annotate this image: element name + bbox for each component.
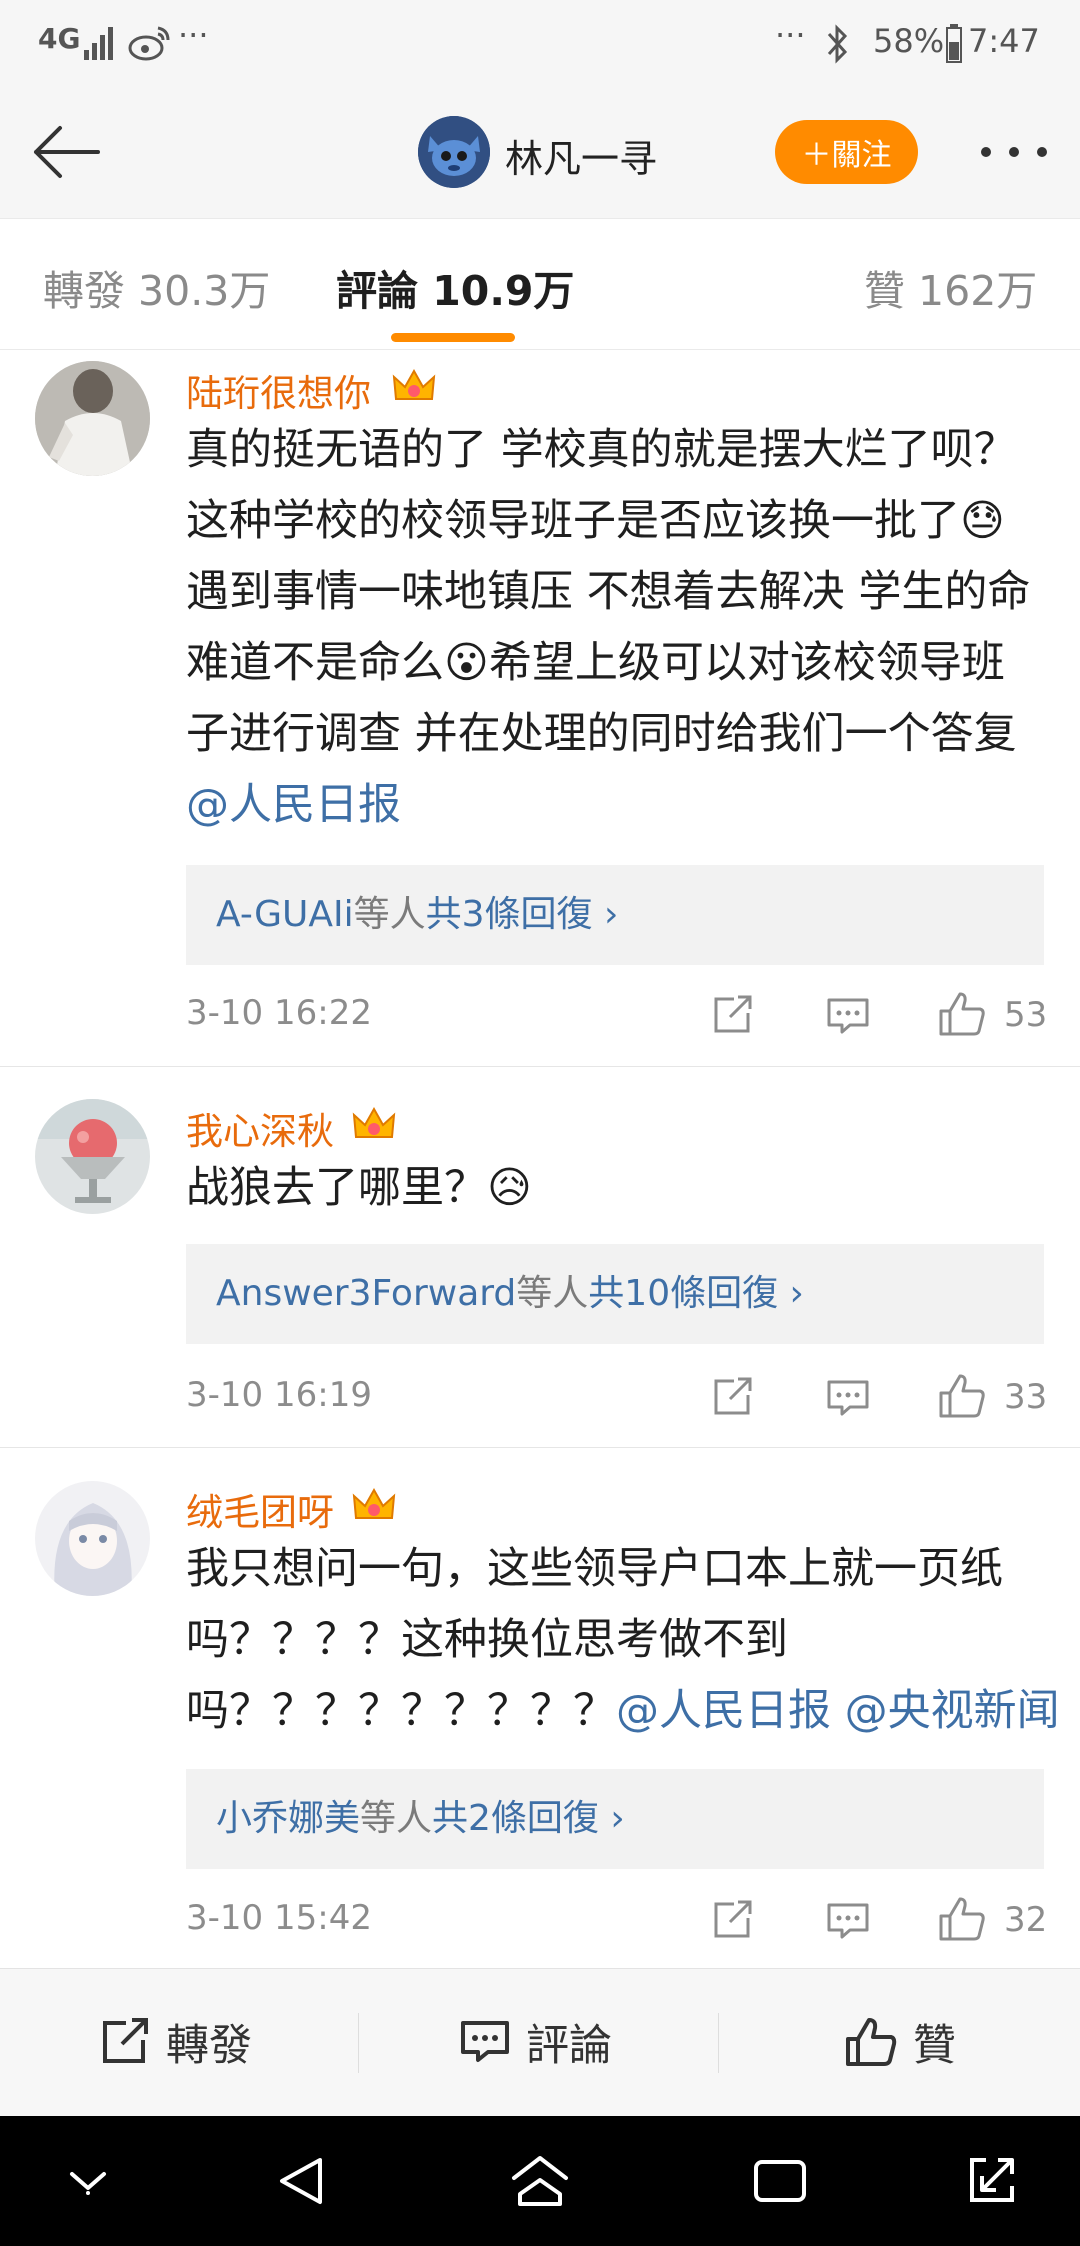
comment-icon[interactable]	[826, 997, 870, 1035]
share-icon[interactable]	[712, 1377, 754, 1417]
weibo-icon	[128, 26, 170, 61]
replies-preview[interactable]: A-GUAIi等人共3條回復 ›	[186, 865, 1044, 965]
comment-body: 战狼去了哪里？😥	[186, 1163, 532, 1213]
commenter-name[interactable]: 我心深秋	[186, 1101, 334, 1155]
reply-author[interactable]: Answer3Forward	[216, 1273, 516, 1314]
like-button[interactable]: 贊	[845, 2011, 956, 2073]
comment-label: 評論	[526, 2021, 612, 2071]
comment-text: 真的挺无语的了 学校真的就是摆大烂了呗？这种学校的校领导班子是否应该换一批了😓遇…	[186, 415, 1046, 841]
mention-link[interactable]: @人民日报	[186, 780, 401, 830]
comment-time: 3-10 16:19	[186, 1375, 372, 1415]
comment-text: 我只想问一句，这些领导户口本上就一页纸吗？？？？这种换位思考做不到吗？？？？？？…	[186, 1534, 1066, 1747]
commenter-avatar[interactable]	[35, 1099, 150, 1214]
comment-text: 战狼去了哪里？😥	[186, 1153, 1046, 1224]
crown-badge-icon	[352, 1106, 396, 1138]
chevron-down-icon[interactable]	[66, 2166, 110, 2196]
thumbs-up-icon[interactable]	[938, 1896, 986, 1942]
comment-item: 绒毛团呀 我只想问一句，这些领导户口本上就一页纸吗？？？？这种换位思考做不到吗？…	[0, 1448, 1080, 1966]
commenter-avatar[interactable]	[35, 361, 150, 476]
share-icon[interactable]	[712, 995, 754, 1035]
like-label: 贊	[913, 2021, 956, 2071]
thumbs-up-icon	[846, 2018, 897, 2066]
mention-link[interactable]: @人民日报 @央视新闻	[616, 1686, 1060, 1736]
reply-count-link[interactable]: 共3條回復 ›	[426, 894, 619, 935]
like-count: 32	[1004, 1900, 1048, 1940]
bluetooth-icon	[827, 24, 848, 64]
network-indicator: 4G	[38, 22, 81, 55]
tab-repost[interactable]: 轉發 30.3万	[43, 257, 270, 317]
avatar-image	[418, 116, 490, 188]
comment-item: 我心深秋 战狼去了哪里？😥 Answer3Forward等人共10條回復 › 3…	[0, 1067, 1080, 1447]
author-avatar[interactable]	[418, 116, 490, 188]
thumbs-up-icon[interactable]	[938, 1373, 986, 1419]
tab-comments[interactable]: 評論 10.9万	[336, 257, 574, 317]
reply-author[interactable]: 小乔娜美	[216, 1798, 360, 1839]
reply-author[interactable]: A-GUAIi	[216, 894, 354, 935]
active-tab-indicator	[391, 333, 515, 342]
back-triangle-icon[interactable]	[276, 2156, 326, 2206]
status-bar: 4G ··· ··· 58% 7:47	[0, 0, 1080, 90]
weibo-comments-screen: 4G ··· ··· 58% 7:47 林凡一寻 ＋關注 轉發 30.3万 評論…	[0, 0, 1080, 2246]
recents-icon[interactable]	[752, 2158, 808, 2204]
tab-likes[interactable]: 贊 162万	[864, 257, 1037, 317]
reply-joiner: 等人	[353, 894, 426, 935]
more-icon[interactable]	[978, 144, 1050, 160]
separator	[718, 2013, 719, 2073]
back-arrow-icon[interactable]	[28, 122, 104, 182]
page-title: 林凡一寻	[505, 137, 658, 181]
comment-time: 3-10 15:42	[186, 1898, 372, 1938]
thumbs-up-icon[interactable]	[938, 991, 986, 1037]
share-icon	[103, 2018, 148, 2063]
comment-item: 陆珩很想你 真的挺无语的了 学校真的就是摆大烂了呗？这种学校的校领导班子是否应该…	[0, 351, 1080, 1065]
comment-body: 真的挺无语的了 学校真的就是摆大烂了呗？这种学校的校领导班子是否应该换一批了😓遇…	[186, 425, 1031, 759]
like-count: 33	[1004, 1377, 1048, 1417]
bottom-action-bar: 轉發 評論 贊	[0, 1968, 1080, 2116]
reply-joiner: 等人	[360, 1798, 433, 1839]
avatar-image	[35, 361, 150, 476]
signal-icon	[84, 27, 113, 60]
repost-button[interactable]: 轉發	[100, 2011, 252, 2073]
notification-dots: ···	[178, 16, 209, 54]
home-icon[interactable]	[510, 2154, 570, 2208]
repost-label: 轉發	[166, 2021, 252, 2071]
commenter-name[interactable]: 陆珩很想你	[186, 363, 371, 417]
comment-icon	[461, 2021, 509, 2062]
comment-icon[interactable]	[826, 1379, 870, 1417]
replies-preview[interactable]: 小乔娜美等人共2條回復 ›	[186, 1769, 1044, 1869]
like-count: 53	[1004, 995, 1048, 1035]
battery-icon	[946, 24, 962, 63]
system-nav-bar	[0, 2116, 1080, 2246]
crown-badge-icon	[392, 368, 436, 400]
crown-badge-icon	[352, 1487, 396, 1519]
reply-count-link[interactable]: 共2條回復 ›	[432, 1798, 625, 1839]
comment-button[interactable]: 評論	[460, 2011, 612, 2073]
replies-preview[interactable]: Answer3Forward等人共10條回復 ›	[186, 1244, 1044, 1344]
top-nav: 林凡一寻 ＋關注	[0, 90, 1080, 218]
commenter-avatar[interactable]	[35, 1481, 150, 1596]
avatar-image	[35, 1481, 150, 1596]
share-icon[interactable]	[712, 1900, 754, 1940]
commenter-name[interactable]: 绒毛团呀	[186, 1482, 334, 1536]
status-dots: ···	[775, 16, 806, 54]
comment-icon[interactable]	[826, 1902, 870, 1940]
separator	[358, 2013, 359, 2073]
clock: 7:47	[968, 22, 1040, 60]
follow-button[interactable]: ＋關注	[775, 120, 918, 184]
comment-time: 3-10 16:22	[186, 993, 372, 1033]
reply-joiner: 等人	[516, 1273, 589, 1314]
avatar-image	[35, 1099, 150, 1214]
reply-count-link[interactable]: 共10條回復 ›	[588, 1273, 804, 1314]
expand-icon[interactable]	[966, 2154, 1018, 2206]
battery-percent: 58%	[873, 22, 945, 60]
tab-bar: 轉發 30.3万 評論 10.9万 贊 162万	[0, 218, 1080, 350]
